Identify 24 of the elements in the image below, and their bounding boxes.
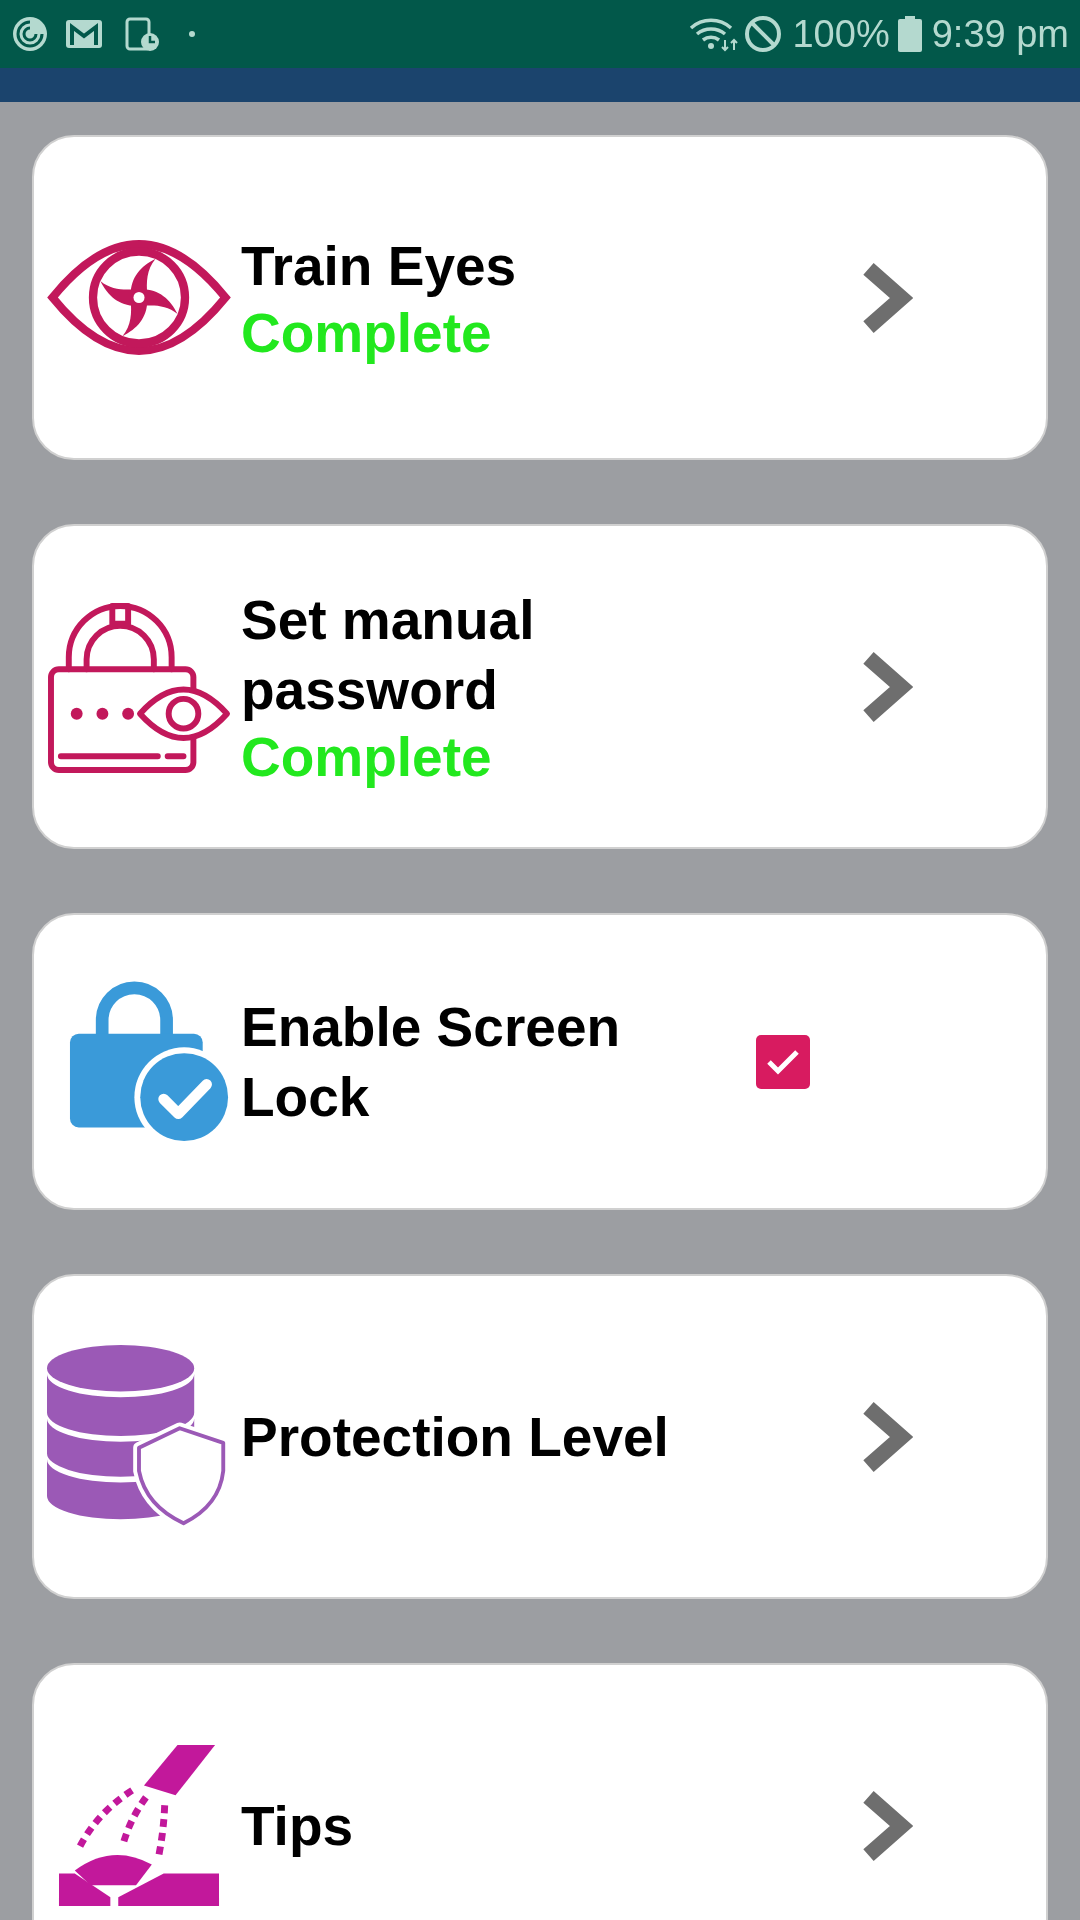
item-title: Tips	[241, 1793, 355, 1859]
menu-card[interactable]: Train Eyes Complete	[32, 135, 1048, 460]
menu-card[interactable]: Set manual password Complete	[32, 524, 1048, 849]
checkmark-icon	[766, 1048, 800, 1075]
swirl-app-icon	[12, 16, 48, 52]
wifi-icon	[689, 16, 740, 52]
welding-torch-icon	[57, 1743, 221, 1908]
notification-dot-icon	[189, 31, 195, 37]
checkbox[interactable]	[756, 1034, 810, 1089]
mail-icon	[66, 20, 102, 48]
battery-percent: 100%	[792, 12, 890, 56]
clock-time: 9:39 pm	[931, 12, 1069, 56]
item-title: Train Eyes	[241, 233, 518, 299]
menu-card[interactable]: Protection Level	[32, 1274, 1048, 1599]
status-label: Complete	[241, 724, 493, 789]
item-title: Protection Level	[241, 1404, 670, 1470]
menu-card[interactable]: Tips	[32, 1663, 1048, 1920]
status-label: Complete	[241, 300, 493, 365]
do-not-disturb-icon	[744, 15, 783, 53]
battery-icon	[897, 16, 922, 52]
item-title: Enable Screen Lock	[241, 994, 622, 1130]
item-title: Set manual password	[241, 587, 536, 723]
tablet-clock-icon	[125, 17, 159, 51]
menu-card[interactable]: Enable Screen Lock	[32, 913, 1048, 1210]
